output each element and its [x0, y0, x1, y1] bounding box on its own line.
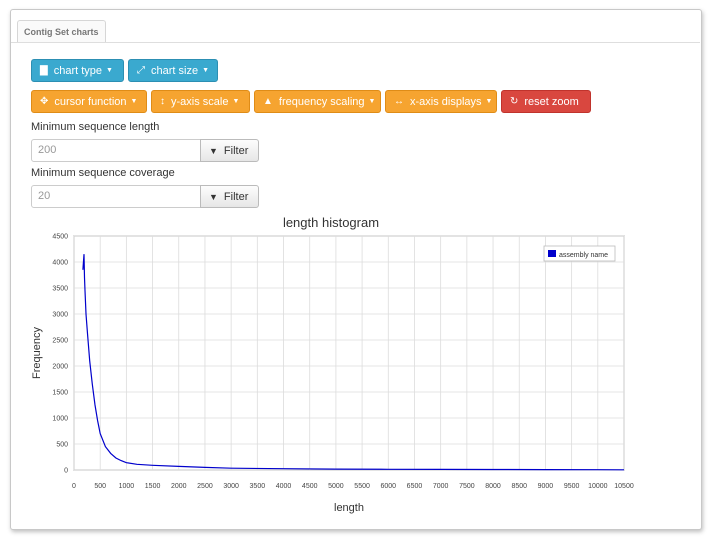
x-tick-label: 10500: [614, 483, 634, 490]
y-tick-label: 4500: [52, 234, 68, 241]
y-tick-label: 1500: [52, 390, 68, 397]
x-tick-label: 2500: [197, 483, 213, 490]
x-tick-label: 9000: [538, 483, 554, 490]
x-tick-label: 3000: [223, 483, 239, 490]
x-tick-label: 2000: [171, 483, 187, 490]
x-tick-label: 5500: [354, 483, 370, 490]
x-tick-label: 4000: [276, 483, 292, 490]
y-tick-label: 3000: [52, 312, 68, 319]
x-tick-label: 10000: [588, 483, 608, 490]
x-tick-label: 8500: [511, 483, 527, 490]
x-tick-label: 1000: [119, 483, 135, 490]
y-axis-label: Frequency: [31, 327, 43, 379]
plot-area: [73, 235, 625, 471]
y-axis-ticks: 0 500 1000 1500 2000 2500 3000 3500 4000 4500: [52, 234, 68, 475]
x-tick-label: 9500: [564, 483, 580, 490]
y-tick-label: 0: [64, 468, 68, 475]
x-tick-label: 7000: [433, 483, 449, 490]
x-tick-label: 7500: [459, 483, 475, 490]
y-tick-label: 500: [56, 442, 68, 449]
x-tick-label: 500: [94, 483, 106, 490]
y-tick-label: 1000: [52, 416, 68, 423]
x-tick-label: 0: [72, 483, 76, 490]
y-tick-label: 4000: [52, 260, 68, 267]
x-tick-label: 4500: [302, 483, 318, 490]
x-tick-label: 3500: [250, 483, 266, 490]
x-axis-ticks: 0 500 1000 1500 2000 2500 3000 3500 4000 4500 5000…: [72, 483, 634, 490]
y-tick-label: 2000: [52, 364, 68, 371]
x-tick-label: 1500: [145, 483, 161, 490]
legend: assembly name: [543, 245, 616, 262]
x-tick-label: 6000: [380, 483, 396, 490]
length-histogram-chart[interactable]: length histogram 0 500 1000 1500 2000 2500 300…: [0, 0, 715, 548]
x-tick-label: 5000: [328, 483, 344, 490]
x-tick-label: 8000: [485, 483, 501, 490]
x-tick-label: 6500: [407, 483, 423, 490]
x-axis-label: length: [334, 502, 364, 514]
y-tick-label: 3500: [52, 286, 68, 293]
legend-label: assembly name: [559, 252, 608, 259]
chart-title: length histogram: [283, 215, 379, 230]
legend-swatch: [548, 250, 556, 257]
y-tick-label: 2500: [52, 338, 68, 345]
